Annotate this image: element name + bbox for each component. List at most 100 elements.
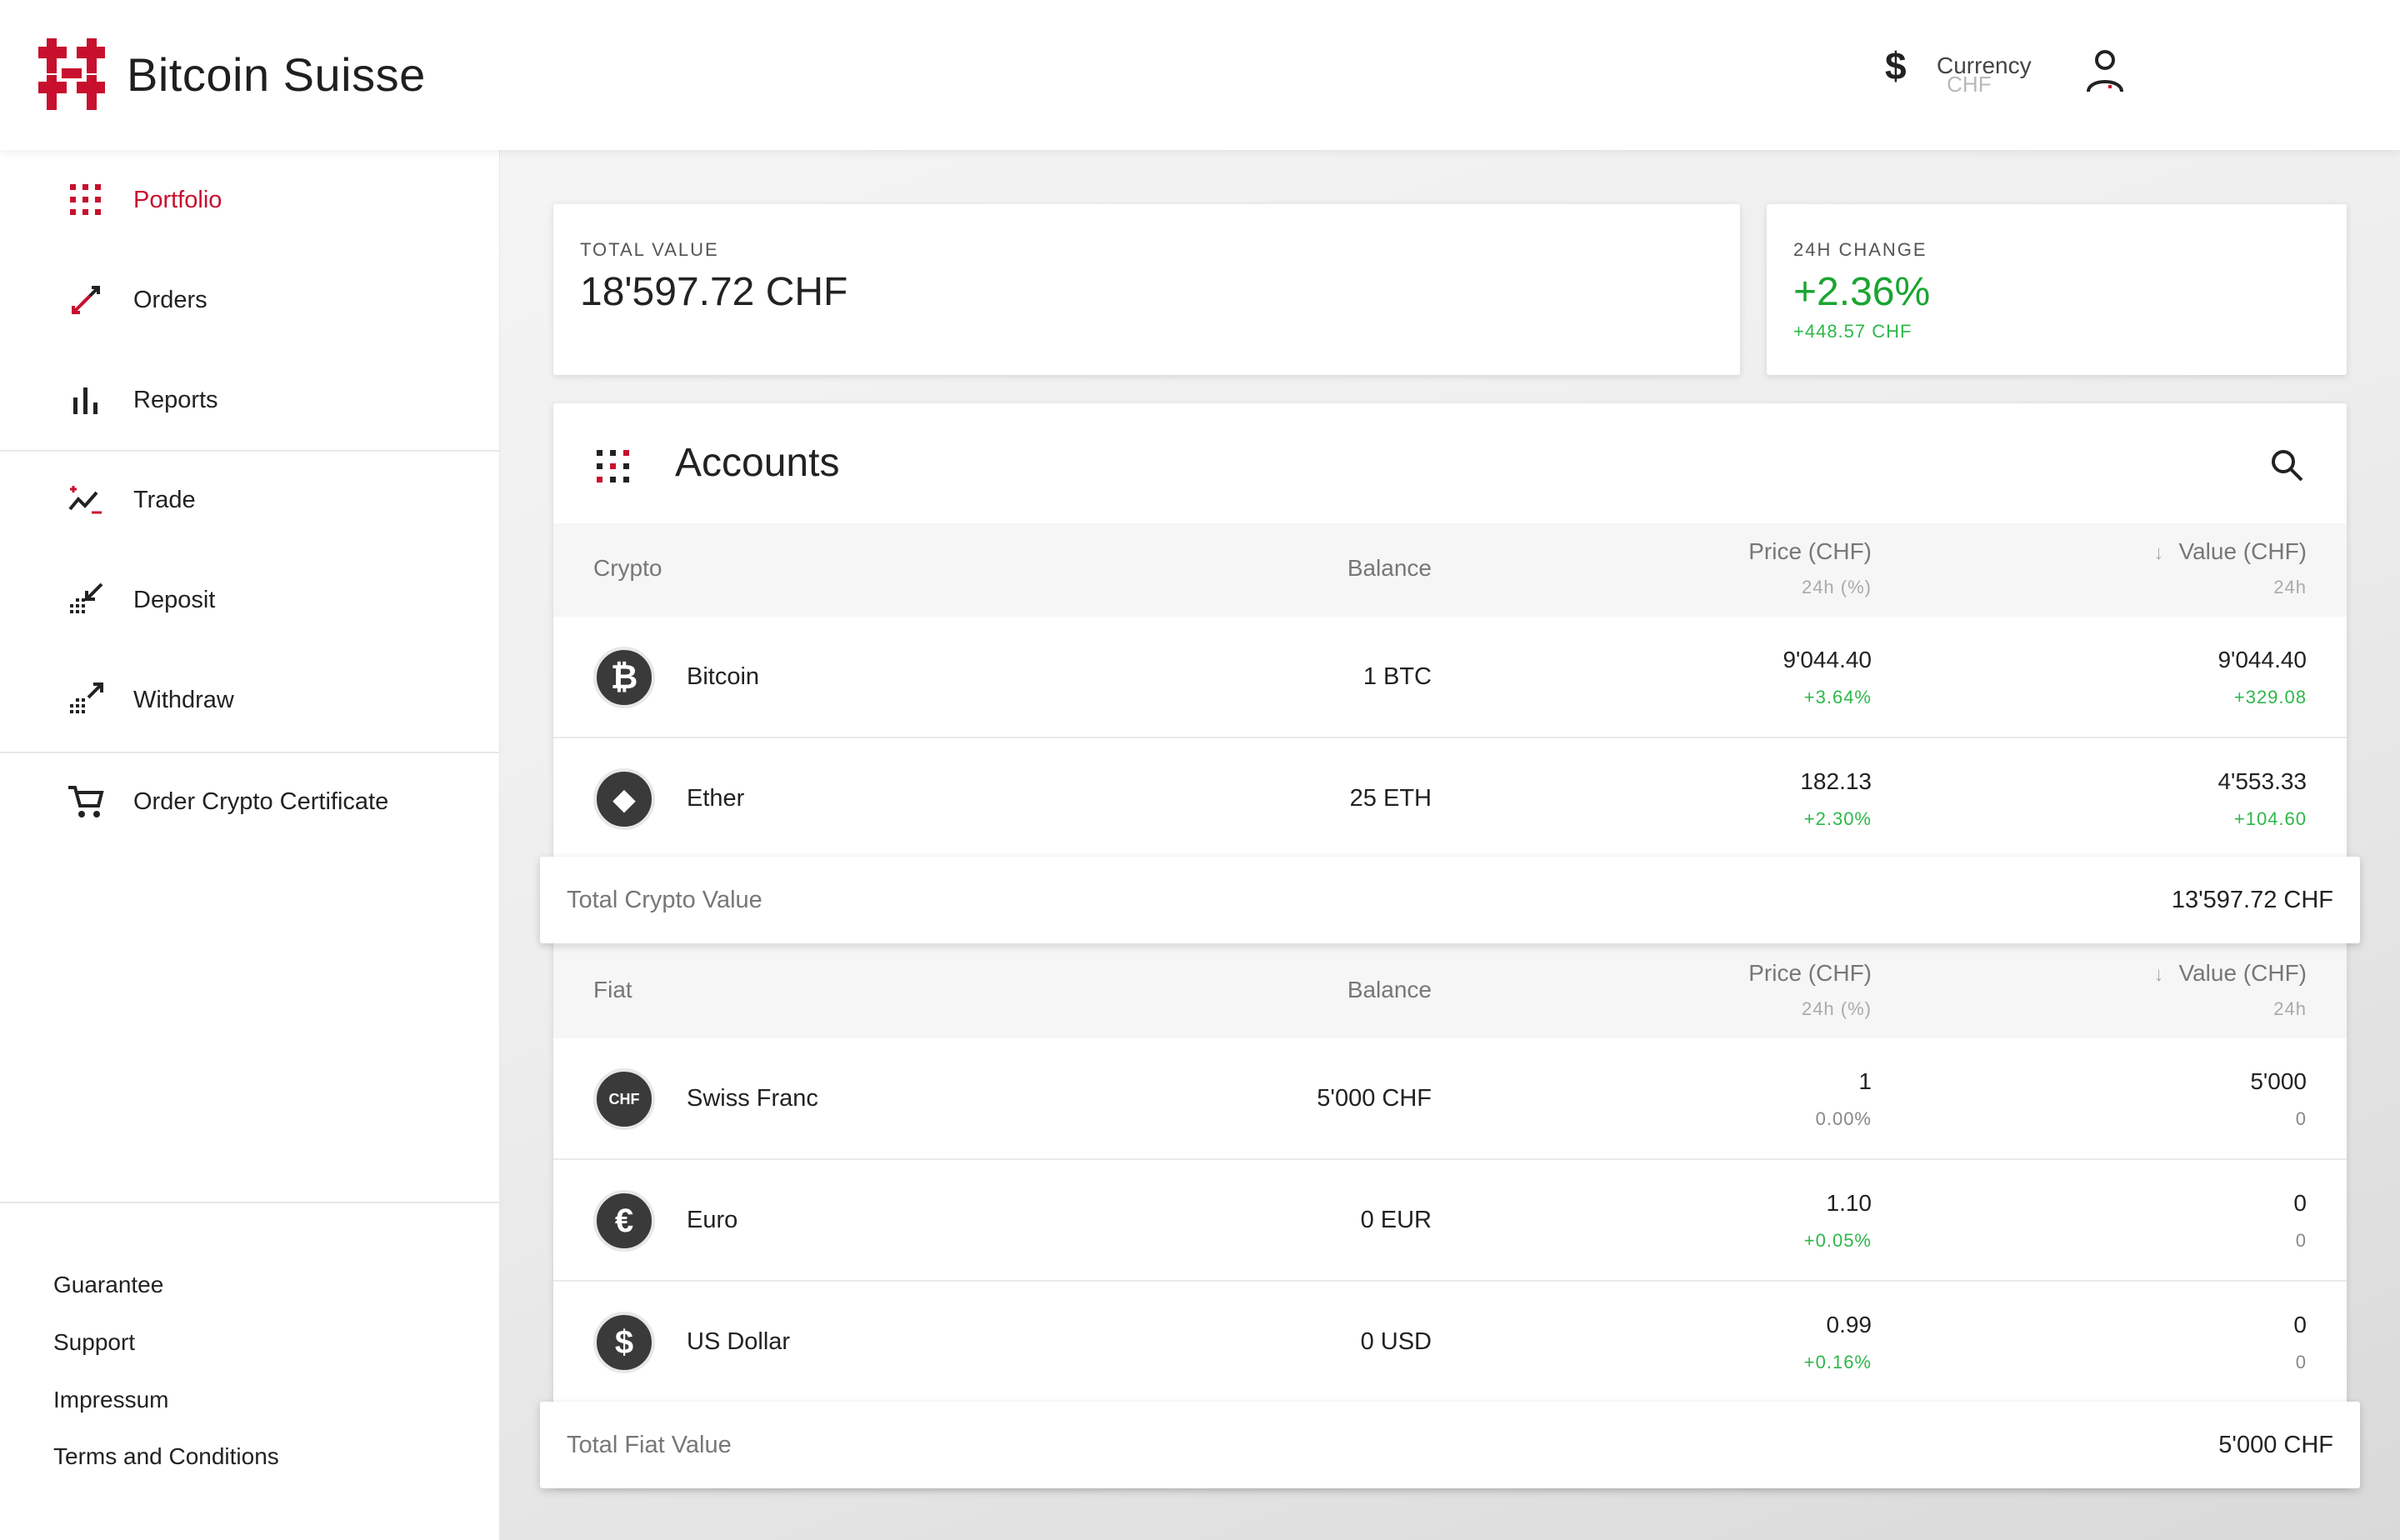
asset-balance: 0 EUR — [1360, 1207, 1432, 1233]
column-header-fiat: Fiat — [593, 977, 632, 1002]
sidebar-item-label: Portfolio — [133, 186, 222, 213]
total-value: 18'597.72 CHF — [580, 270, 848, 314]
asset-balance: 0 USD — [1360, 1328, 1432, 1355]
asset-value-change: 0 — [2295, 1352, 2307, 1372]
asset-price-change: +0.05% — [1803, 1230, 1872, 1251]
asset-value: 0 — [2293, 1190, 2307, 1216]
swiss-franc-icon: CHF — [593, 1068, 655, 1130]
asset-price: 1.10 — [1826, 1190, 1872, 1216]
column-subheader-value-change: 24h — [2273, 998, 2307, 1019]
dollar-icon: $ — [1885, 44, 1907, 88]
column-header-value[interactable]: ↓ Value (CHF) — [2153, 960, 2307, 987]
table-row[interactable]: $ US Dollar 0 USD 0.99 +0.16% 0 0 — [553, 1282, 2347, 1403]
column-header-value[interactable]: ↓ Value (CHF) — [2153, 538, 2307, 565]
column-header-balance[interactable]: Balance — [1348, 977, 1432, 1003]
column-header-balance[interactable]: Balance — [1348, 555, 1432, 582]
trade-icon — [68, 486, 102, 514]
asset-price: 1 — [1858, 1068, 1872, 1094]
asset-value: 9'044.40 — [2218, 647, 2307, 672]
asset-name: Swiss Franc — [687, 1085, 818, 1112]
table-row[interactable]: ₿ Bitcoin 1 BTC 9'044.40 +3.64% 9'044.40… — [553, 617, 2347, 738]
total-crypto-label: Total Crypto Value — [567, 887, 762, 913]
sidebar-item-reports[interactable]: Reports — [0, 358, 500, 442]
user-account-icon[interactable] — [2083, 47, 2127, 93]
asset-name: US Dollar — [687, 1328, 791, 1355]
brand-logo[interactable]: Bitcoin Suisse — [38, 38, 426, 110]
asset-price: 0.99 — [1826, 1312, 1872, 1338]
column-header-price[interactable]: Price (CHF) — [1748, 538, 1872, 565]
footer-link-impressum[interactable]: Impressum — [53, 1387, 168, 1413]
sidebar-item-deposit[interactable]: Deposit — [0, 558, 500, 642]
asset-name: Euro — [687, 1207, 738, 1233]
asset-balance: 1 BTC — [1362, 663, 1432, 690]
accounts-grid-icon — [597, 450, 629, 482]
brand-name: Bitcoin Suisse — [127, 48, 426, 101]
sort-arrow-icon: ↓ — [2153, 542, 2164, 564]
sidebar-item-label: Order Crypto Certificate — [133, 788, 389, 815]
asset-price-change: +0.16% — [1803, 1352, 1872, 1372]
total-fiat-label: Total Fiat Value — [567, 1432, 732, 1458]
sidebar-item-label: Trade — [133, 486, 196, 513]
asset-price-change: +3.64% — [1803, 687, 1872, 708]
asset-balance: 25 ETH — [1349, 785, 1432, 812]
sidebar-item-portfolio[interactable]: Portfolio — [0, 158, 500, 242]
total-fiat-value-bar: Total Fiat Value 5'000 CHF — [540, 1402, 2360, 1488]
column-header-price[interactable]: Price (CHF) — [1748, 960, 1872, 987]
accounts-card: Accounts Crypto Balance Price (CHF) 24h … — [553, 403, 2347, 1487]
asset-price: 9'044.40 — [1782, 647, 1872, 672]
deposit-icon — [70, 582, 103, 613]
total-crypto-value-bar: Total Crypto Value 13'597.72 CHF — [540, 857, 2360, 943]
table-row[interactable]: CHF Swiss Franc 5'000 CHF 1 0.00% 5'000 … — [553, 1038, 2347, 1160]
ether-icon: ◆ — [593, 768, 655, 830]
asset-name: Bitcoin — [687, 663, 760, 690]
footer-link-terms[interactable]: Terms and Conditions — [53, 1443, 279, 1470]
sidebar-item-trade[interactable]: Trade — [0, 458, 500, 542]
withdraw-icon — [70, 682, 103, 713]
asset-value-change: +329.08 — [2233, 687, 2307, 708]
bitcoin-suisse-logo-icon — [38, 38, 105, 110]
sidebar-item-label: Deposit — [133, 586, 216, 613]
change-24h-percent: +2.36% — [1793, 270, 1931, 314]
total-value-label: TOTAL VALUE — [580, 239, 719, 260]
column-subheader-price-change: 24h (%) — [1801, 577, 1872, 598]
asset-value-change: +104.60 — [2233, 808, 2307, 829]
sidebar: Portfolio Orders Reports Trade Deposit W… — [0, 150, 500, 1540]
asset-name: Ether — [687, 785, 745, 812]
table-row[interactable]: € Euro 0 EUR 1.10 +0.05% 0 0 — [553, 1160, 2347, 1282]
total-fiat-value: 5'000 CHF — [2218, 1432, 2333, 1458]
footer-link-guarantee[interactable]: Guarantee — [53, 1272, 163, 1298]
sidebar-divider — [0, 752, 500, 753]
change-24h-card: 24H CHANGE +2.36% +448.57 CHF — [1767, 204, 2347, 375]
search-icon[interactable] — [2268, 447, 2305, 483]
currency-value: CHF — [1947, 72, 1992, 97]
currency-selector[interactable]: $ Currency CHF — [1885, 43, 2032, 95]
column-header-crypto: Crypto — [593, 555, 662, 581]
change-24h-label: 24H CHANGE — [1793, 239, 1928, 260]
asset-value-change: 0 — [2295, 1230, 2307, 1251]
column-subheader-price-change: 24h (%) — [1801, 998, 1872, 1019]
crypto-table-header: Crypto Balance Price (CHF) 24h (%) ↓ Valu… — [553, 523, 2347, 617]
grid-icon — [70, 184, 101, 215]
footer-link-support[interactable]: Support — [53, 1329, 135, 1356]
orders-arrows-icon — [72, 286, 100, 314]
sidebar-divider — [0, 1202, 500, 1203]
asset-value: 0 — [2293, 1312, 2307, 1338]
column-subheader-value-change: 24h — [2273, 577, 2307, 598]
table-row[interactable]: ◆ Ether 25 ETH 182.13 +2.30% 4'553.33 +1… — [553, 738, 2347, 860]
total-crypto-value: 13'597.72 CHF — [2171, 887, 2333, 913]
asset-price-change: 0.00% — [1815, 1108, 1872, 1129]
bitcoin-icon: ₿ — [593, 647, 655, 708]
sidebar-item-label: Reports — [133, 386, 218, 413]
euro-icon: € — [593, 1190, 655, 1252]
change-24h-amount: +448.57 CHF — [1793, 321, 1912, 342]
sidebar-item-order-crypto-certificate[interactable]: Order Crypto Certificate — [0, 760, 500, 843]
sidebar-item-orders[interactable]: Orders — [0, 258, 500, 342]
sidebar-item-withdraw[interactable]: Withdraw — [0, 658, 500, 742]
total-value-card: TOTAL VALUE 18'597.72 CHF — [553, 204, 1740, 375]
sidebar-item-label: Orders — [133, 286, 208, 313]
top-header: Bitcoin Suisse $ Currency CHF — [0, 0, 2400, 150]
us-dollar-icon: $ — [593, 1312, 655, 1373]
asset-value: 5'000 — [2250, 1068, 2307, 1094]
asset-balance: 5'000 CHF — [1317, 1085, 1432, 1112]
cart-icon — [68, 786, 104, 818]
